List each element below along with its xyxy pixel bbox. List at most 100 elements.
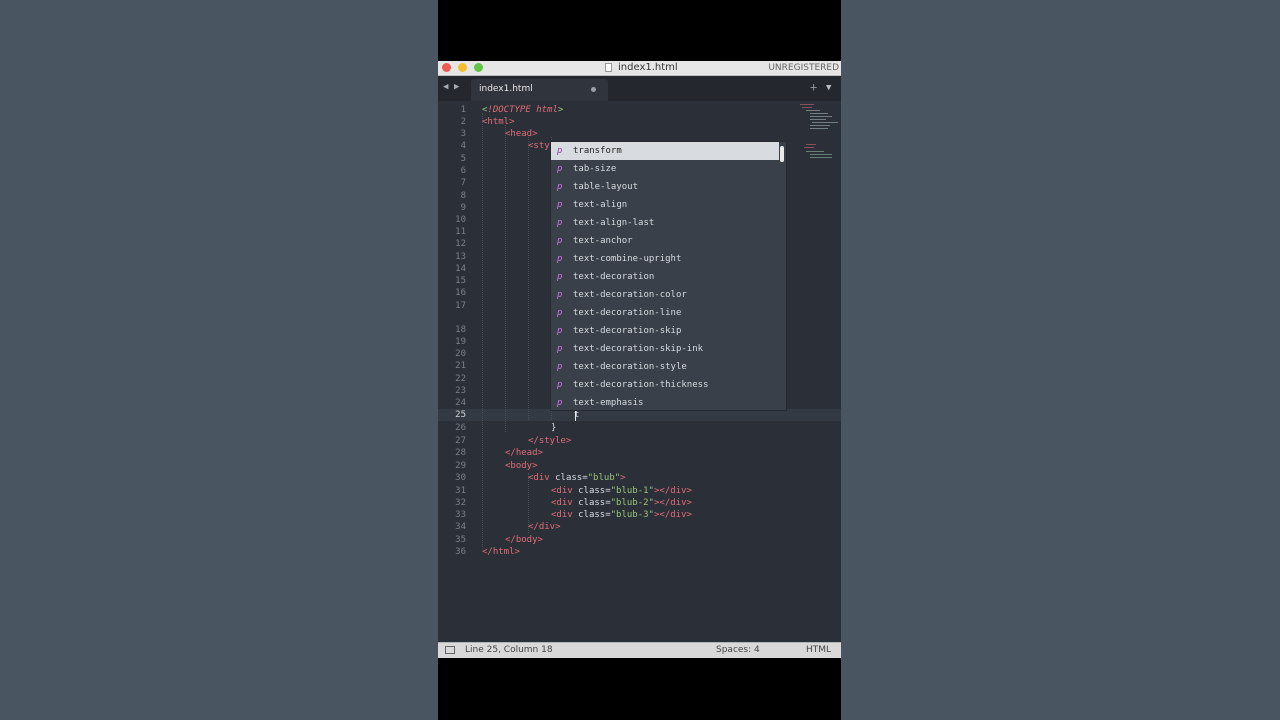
code-line-33: <div class="blub-3"></div> — [551, 510, 692, 520]
tab-bar: ◀ ▶ index1.html + ▼ — [438, 76, 841, 101]
line-number-33: 33 — [455, 510, 466, 520]
tab-index1-html[interactable]: index1.html — [471, 79, 608, 101]
line-number-10: 10 — [455, 215, 466, 225]
autocomplete-popup[interactable]: p text-emphasis p text-decoration-thickness… — [550, 141, 787, 411]
close-window-button[interactable] — [442, 63, 451, 72]
editor-window: index1.html UNREGISTERED ◀ ▶ index1.html… — [438, 61, 841, 658]
autocomplete-item-label: text-decoration-skip-ink — [573, 344, 704, 354]
tab-label: index1.html — [479, 84, 533, 94]
unsaved-dot-icon[interactable] — [591, 87, 596, 92]
autocomplete-item[interactable]: p tab-size — [551, 160, 779, 178]
line-number-24: 24 — [455, 398, 466, 408]
property-kind-icon: p — [557, 164, 563, 174]
title-bar: index1.html UNREGISTERED — [438, 61, 841, 76]
autocomplete-item-label: text-align — [573, 200, 628, 210]
line-number-14: 14 — [455, 264, 466, 274]
minimap[interactable] — [798, 101, 841, 171]
panel-icon[interactable] — [445, 646, 455, 654]
property-kind-icon: p — [557, 182, 563, 192]
autocomplete-scrollbar[interactable] — [780, 146, 784, 162]
minimize-window-button[interactable] — [458, 63, 467, 72]
document-icon — [605, 63, 612, 72]
code-line-29: <body> — [505, 461, 538, 471]
line-number-gutter: 1 2 3 4 5 6 7 8 9 10 11 12 13 14 15 16 17 18 19 20 21 22 23 24 2… — [438, 101, 466, 642]
property-kind-icon: p — [557, 308, 563, 318]
autocomplete-item[interactable]: p text-decoration-skip-ink — [551, 340, 779, 358]
autocomplete-item[interactable]: p table-layout — [551, 178, 779, 196]
line-number-21: 21 — [455, 361, 466, 371]
autocomplete-item[interactable]: p text-combine-upright — [551, 250, 779, 268]
line-number-23: 23 — [455, 386, 466, 396]
line-number-1: 1 — [460, 105, 466, 115]
line-number-9: 9 — [460, 203, 466, 213]
property-kind-icon: p — [557, 290, 563, 300]
line-number-6: 6 — [460, 166, 466, 176]
background-left — [0, 0, 438, 720]
code-line-4: <sty — [528, 141, 550, 151]
line-number-32: 32 — [455, 498, 466, 508]
property-kind-icon: p — [557, 380, 563, 390]
line-number-26: 26 — [455, 423, 466, 433]
syntax-selector[interactable]: HTML — [806, 644, 831, 657]
code-line-27: </style> — [528, 436, 572, 446]
line-number-27: 27 — [455, 436, 466, 446]
line-number-17: 17 — [455, 301, 466, 311]
line-number-16: 16 — [455, 288, 466, 298]
line-number-3: 3 — [460, 129, 466, 139]
code-line-36: </html> — [482, 547, 520, 557]
property-kind-icon: p — [557, 218, 563, 228]
cursor-position: Line 25, Column 18 — [465, 645, 553, 655]
line-number-29: 29 — [455, 461, 466, 471]
property-kind-icon: p — [557, 326, 563, 336]
autocomplete-item[interactable]: p transform — [551, 142, 779, 160]
autocomplete-item[interactable]: p text-align — [551, 196, 779, 214]
autocomplete-item-label: text-emphasis — [573, 398, 644, 408]
line-number-34: 34 — [455, 522, 466, 532]
code-line-26: } — [551, 423, 557, 433]
property-kind-icon: p — [557, 362, 563, 372]
autocomplete-item-label: text-decoration-line — [573, 308, 682, 318]
code-line-32: <div class="blub-2"></div> — [551, 498, 692, 508]
indentation-setting[interactable]: Spaces: 4 — [716, 644, 760, 657]
code-line-1: <!DOCTYPE html> — [482, 105, 564, 115]
line-number-20: 20 — [455, 349, 466, 359]
autocomplete-item[interactable]: p text-decoration-thickness — [551, 376, 779, 394]
line-number-13: 13 — [455, 252, 466, 262]
autocomplete-item[interactable]: p text-decoration-color — [551, 286, 779, 304]
property-kind-icon: p — [557, 398, 563, 408]
autocomplete-item[interactable]: p text-anchor — [551, 232, 779, 250]
autocomplete-item[interactable]: p text-emphasis — [551, 394, 779, 412]
triangle-right-icon[interactable]: ▶ — [454, 82, 459, 92]
line-number-30: 30 — [455, 473, 466, 483]
line-number-2: 2 — [460, 117, 466, 127]
plus-icon[interactable]: + — [810, 80, 817, 94]
autocomplete-item-label: text-combine-upright — [573, 254, 682, 264]
autocomplete-item-label: text-decoration-color — [573, 290, 687, 300]
triangle-left-icon[interactable]: ◀ — [443, 82, 448, 92]
property-kind-icon: p — [557, 254, 563, 264]
autocomplete-item-label: text-decoration-style — [573, 362, 687, 372]
line-number-11: 11 — [455, 227, 466, 237]
autocomplete-item-label: transform — [573, 146, 622, 156]
property-kind-icon: p — [557, 272, 563, 282]
autocomplete-item[interactable]: p text-decoration-skip — [551, 322, 779, 340]
line-number-4: 4 — [460, 141, 466, 151]
autocomplete-item[interactable]: p text-decoration — [551, 268, 779, 286]
line-number-15: 15 — [455, 276, 466, 286]
code-line-28: </head> — [505, 448, 543, 458]
property-kind-icon: p — [557, 200, 563, 210]
autocomplete-item[interactable]: p text-align-last — [551, 214, 779, 232]
chevron-down-icon[interactable]: ▼ — [826, 83, 831, 93]
code-line-30: <div class="blub"> — [528, 473, 626, 483]
maximize-window-button[interactable] — [474, 63, 483, 72]
line-number-12: 12 — [455, 239, 466, 249]
property-kind-icon: p — [557, 236, 563, 246]
video-frame: index1.html UNREGISTERED ◀ ▶ index1.html… — [438, 0, 841, 720]
autocomplete-item-label: tab-size — [573, 164, 617, 174]
autocomplete-item[interactable]: p text-decoration-line — [551, 304, 779, 322]
autocomplete-item-label: text-anchor — [573, 236, 633, 246]
property-kind-icon: p — [557, 146, 563, 156]
line-number-5: 5 — [460, 154, 466, 164]
autocomplete-item[interactable]: p text-decoration-style — [551, 358, 779, 376]
code-editor[interactable]: 1 2 3 4 5 6 7 8 9 10 11 12 13 14 15 16 17 18 19 20 21 22 23 24 2… — [438, 101, 841, 642]
